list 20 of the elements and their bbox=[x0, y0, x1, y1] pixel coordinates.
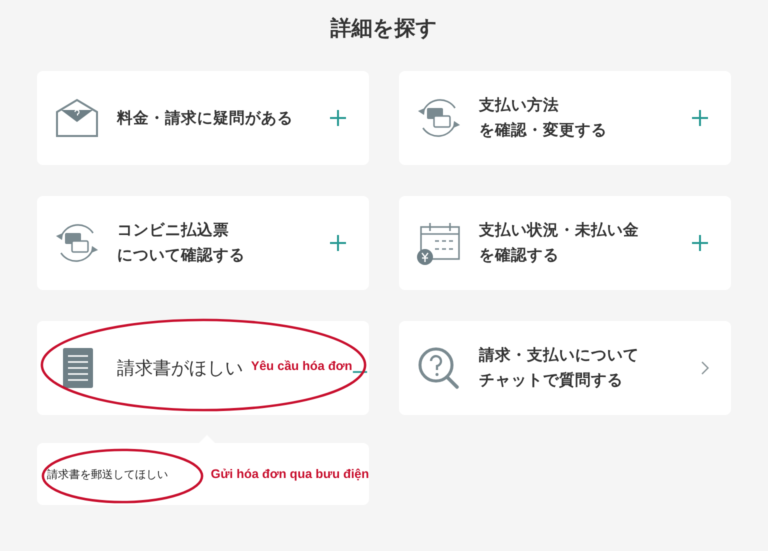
menu-card[interactable]: 料金・請求に疑問がある bbox=[37, 71, 369, 165]
card-label: 料金・請求に疑問がある bbox=[117, 108, 294, 128]
annotation-note: Yêu cầu hóa đơn bbox=[251, 359, 352, 373]
plus-icon[interactable] bbox=[329, 109, 347, 127]
menu-card[interactable]: 支払い方法 を確認・変更する bbox=[399, 71, 731, 165]
menu-card[interactable]: 請求書がほしい Yêu cầu hóa đơn bbox=[37, 321, 369, 415]
card-label: 請求書がほしい bbox=[117, 356, 243, 380]
menu-card[interactable]: 請求・支払いについて チャットで質問する bbox=[399, 321, 731, 415]
card-label: 支払い状況・未払い金 を確認する bbox=[479, 220, 640, 266]
plus-icon[interactable] bbox=[691, 234, 709, 252]
card-label: コンビニ払込票 について確認する bbox=[117, 220, 246, 266]
plus-icon[interactable] bbox=[691, 109, 709, 127]
section-title: 詳細を探す bbox=[329, 15, 438, 42]
chevron-right-icon bbox=[701, 361, 709, 375]
card-label: 請求・支払いについて チャットで質問する bbox=[479, 345, 640, 391]
menu-card[interactable]: 支払い状況・未払い金 を確認する bbox=[399, 196, 731, 290]
annotation-note: Gửi hóa đơn qua bưu điện bbox=[210, 467, 369, 481]
menu-card[interactable]: コンビニ払込票 について確認する bbox=[37, 196, 369, 290]
plus-icon[interactable] bbox=[329, 234, 347, 252]
card-label: 支払い方法 を確認・変更する bbox=[479, 95, 608, 141]
